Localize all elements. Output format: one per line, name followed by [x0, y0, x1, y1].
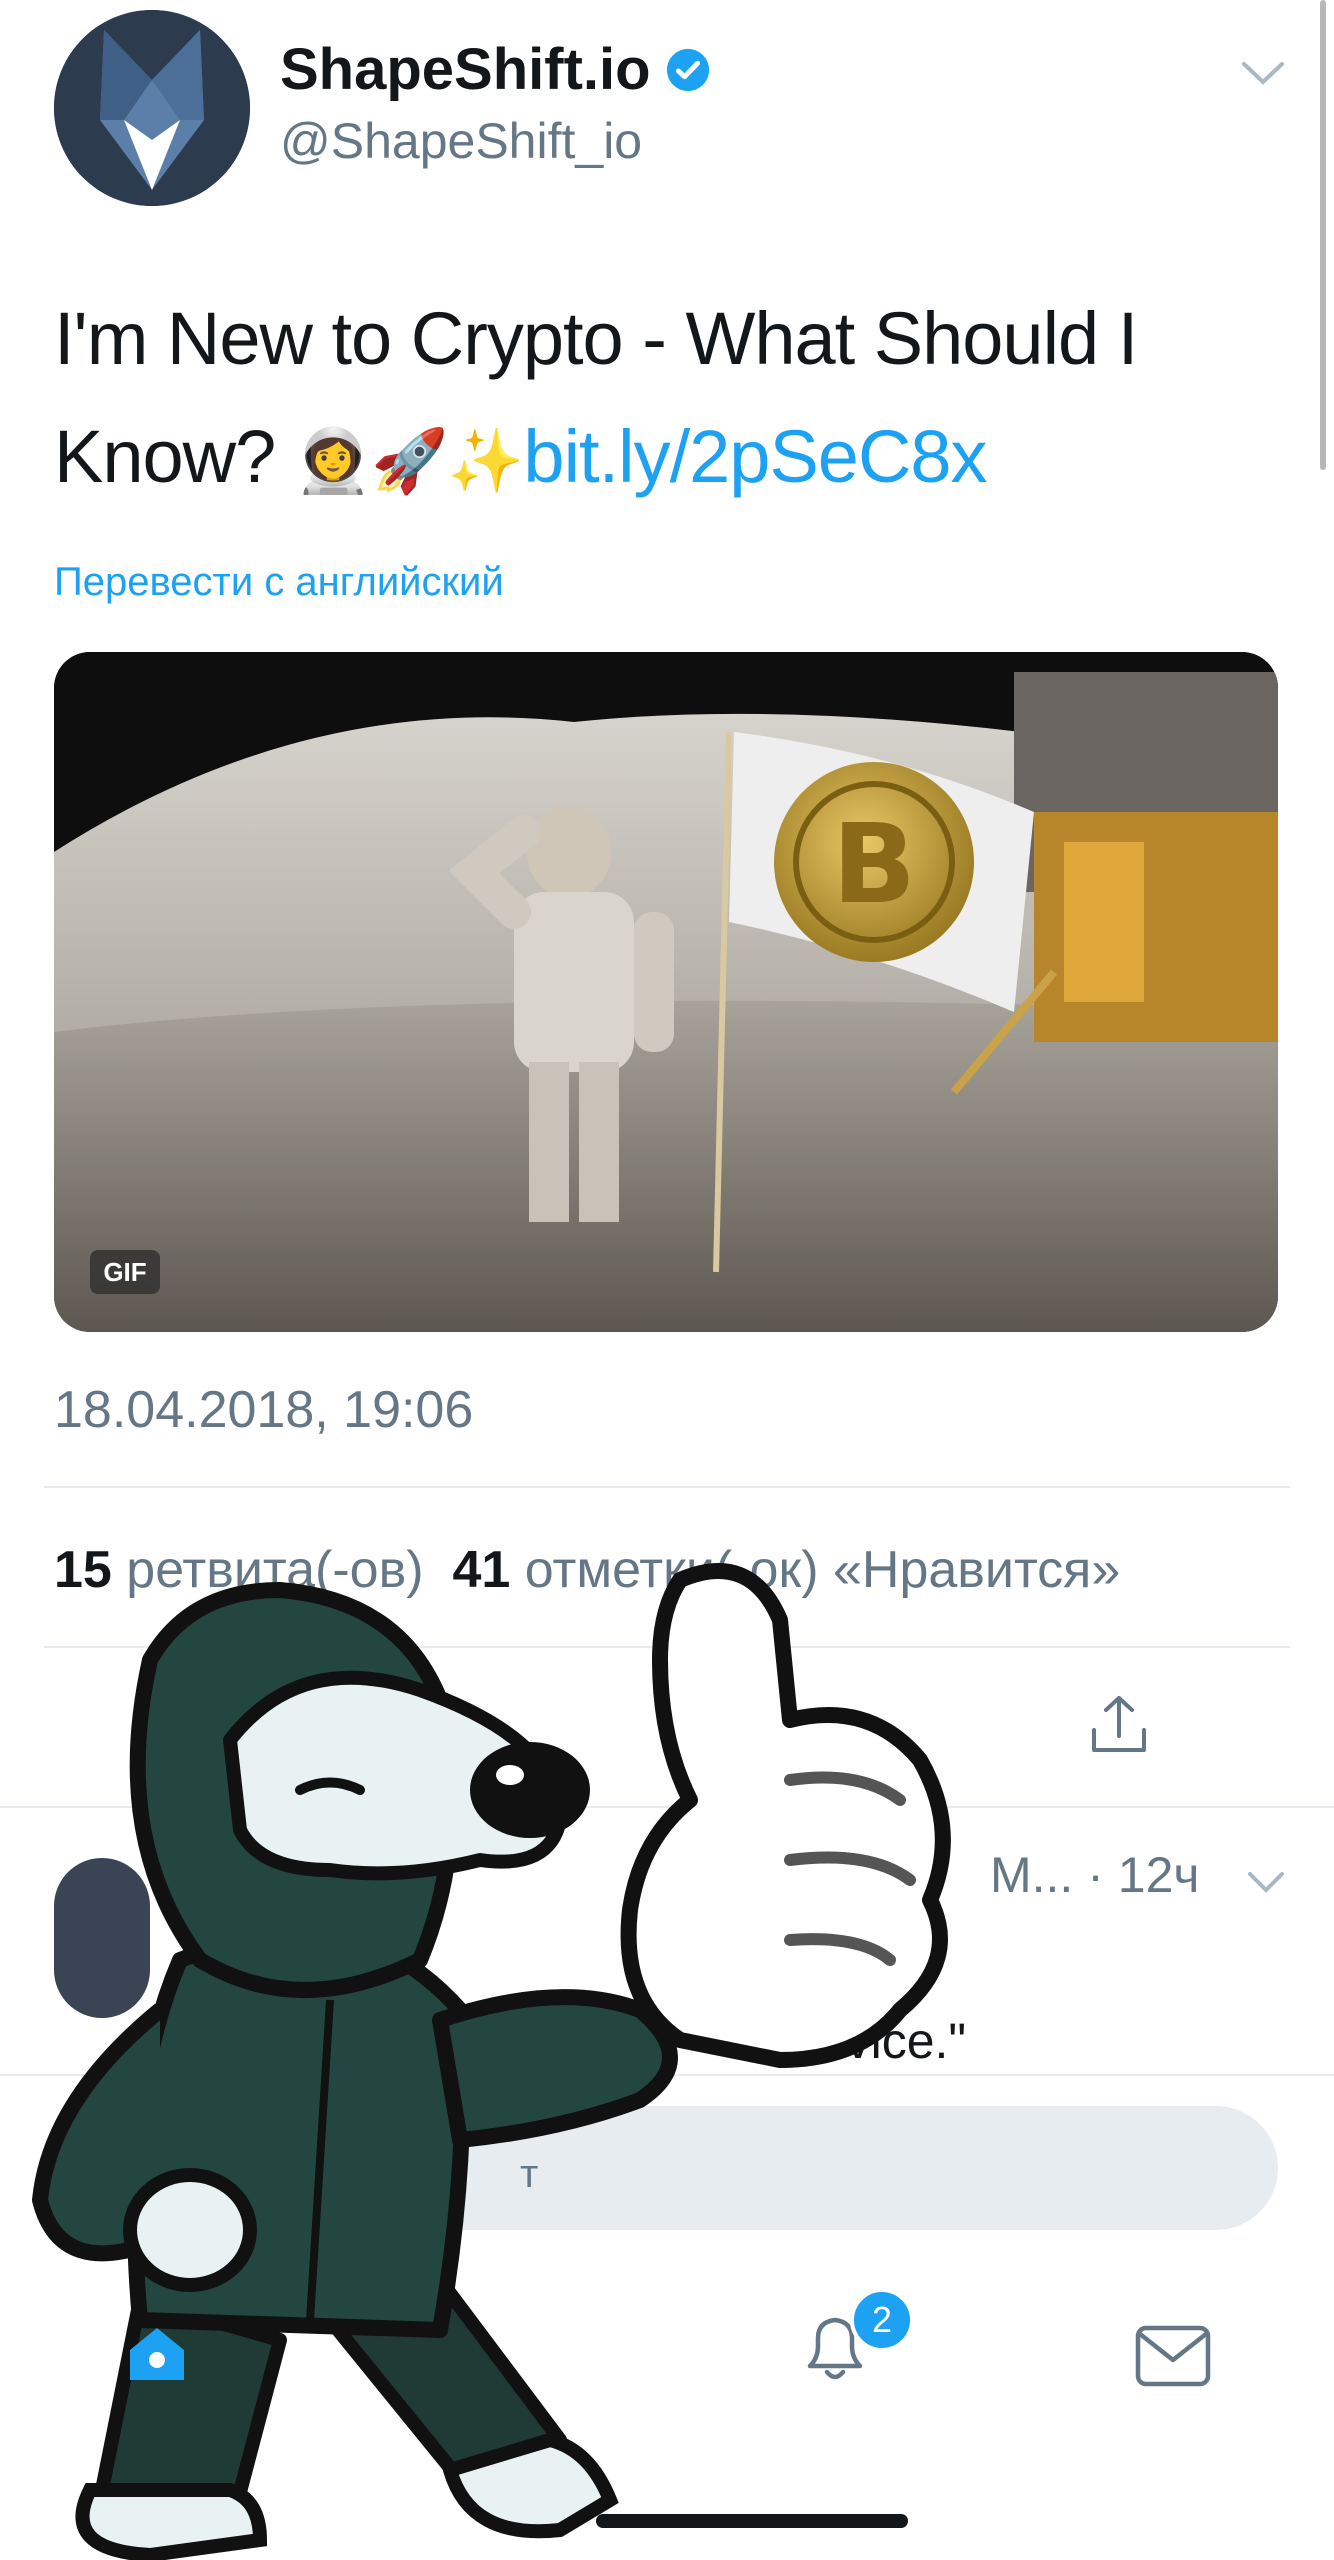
messages-mail-icon[interactable]	[1128, 2310, 1218, 2400]
author-name-text[interactable]: ShapeShift.io	[280, 36, 651, 103]
author-handle[interactable]: @ShapeShift_io	[280, 112, 642, 170]
home-icon[interactable]	[122, 2318, 192, 2388]
reply-meta: М... · 12ч	[990, 1846, 1199, 1904]
dog-thumbs-up-sticker	[32, 1563, 951, 2560]
divider	[44, 1486, 1290, 1488]
tweet-gif-media[interactable]: B	[54, 652, 1278, 1332]
reply-time: · 12ч	[1087, 1847, 1200, 1903]
tweet-timestamp: 18.04.2018, 19:06	[54, 1381, 474, 1439]
moon-landing-bitcoin-flag-image: B	[54, 652, 1278, 1332]
verified-badge-icon	[666, 48, 709, 91]
share-icon[interactable]	[1084, 1690, 1154, 1760]
translate-link[interactable]: Перевести с английский	[54, 560, 504, 605]
svg-text:B: B	[832, 800, 916, 928]
chevron-down-icon[interactable]	[1244, 1864, 1288, 1898]
author-avatar[interactable]	[54, 10, 250, 206]
chevron-down-icon[interactable]	[1238, 52, 1288, 92]
shapeshift-fox-logo	[54, 10, 250, 206]
tweet-link[interactable]: bit.ly/2pSeC8x	[523, 415, 987, 498]
reply-author-name[interactable]: М...	[990, 1847, 1073, 1903]
scrollbar[interactable]	[1320, 0, 1326, 470]
tweet-emojis: 👩‍🚀🚀✨	[294, 427, 525, 496]
author-name[interactable]: ShapeShift.io	[280, 36, 711, 103]
gif-badge: GIF	[90, 1250, 160, 1294]
tweet-text: I'm New to Crypto - What Should I Know? …	[54, 280, 1274, 521]
